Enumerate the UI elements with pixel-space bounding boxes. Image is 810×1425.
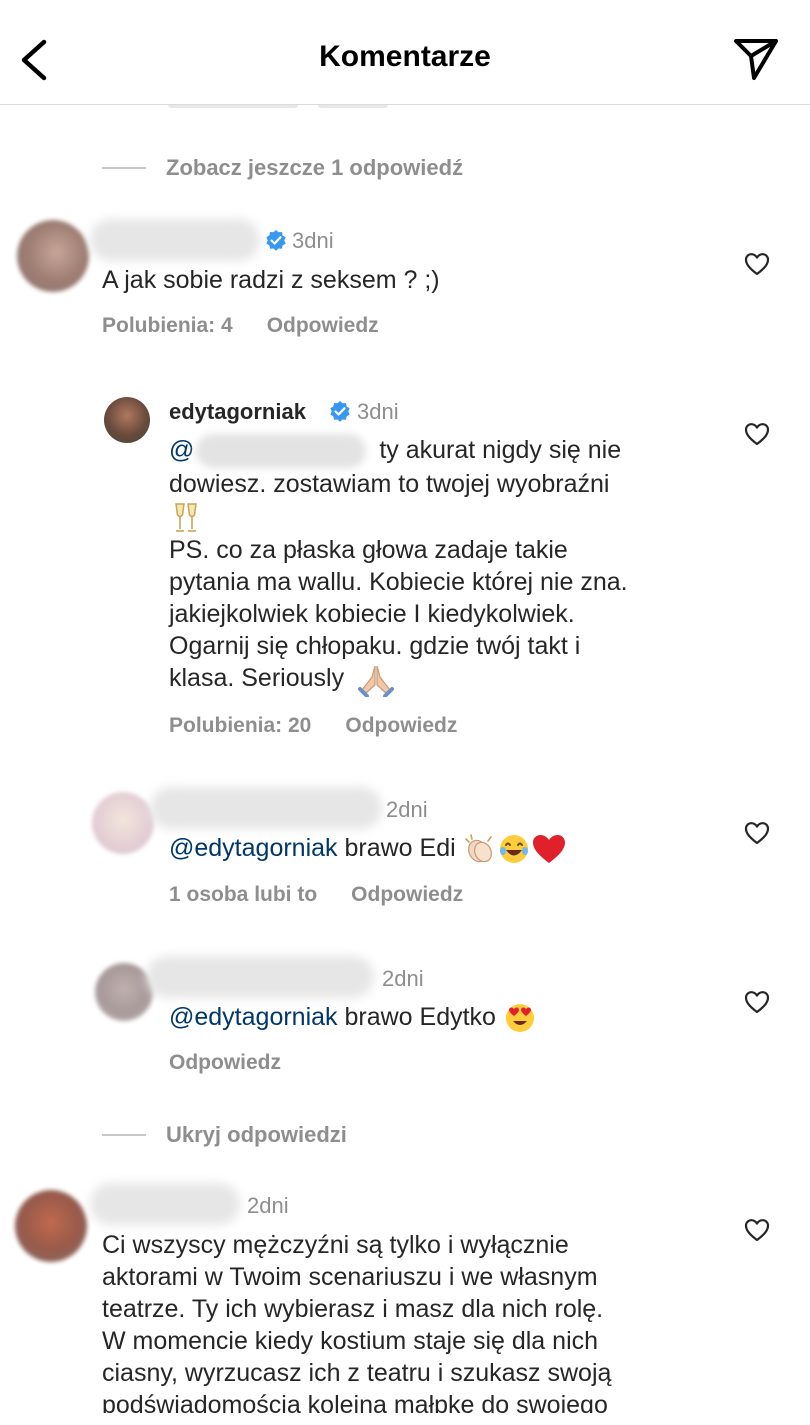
avatar[interactable] [15, 1190, 87, 1262]
thread-line [102, 1134, 146, 1136]
heart-icon[interactable] [744, 1218, 770, 1242]
mention-link[interactable]: @edytagorniak [169, 834, 338, 862]
heart-icon[interactable] [744, 252, 770, 276]
comment-meta: Odpowiedz [169, 1051, 281, 1075]
comment-text: Ci wszyscy mężczyźni są tylko i wyłączni… [102, 1231, 612, 1419]
comment-text: A jak sobie radzi z seksem ? ;) [102, 266, 440, 294]
reply-button[interactable]: Odpowiedz [345, 714, 457, 737]
comment-text: @edytagorniak brawo Edytko [169, 1001, 537, 1034]
comment-username[interactable]: edytagorniak [169, 399, 306, 425]
hide-replies-button[interactable]: Ukryj odpowiedzi [102, 1122, 347, 1148]
red-heart-icon [532, 835, 565, 864]
avatar[interactable] [17, 220, 89, 292]
page-title: Komentarze [319, 40, 491, 73]
comment-meta: Polubienia: 4 Odpowiedz [102, 314, 379, 338]
blurred-mention[interactable] [196, 434, 367, 469]
comment-time: 3dni [357, 399, 399, 424]
reply-button[interactable]: Odpowiedz [267, 314, 379, 337]
likes-count[interactable]: Polubienia: 4 [102, 314, 233, 337]
view-more-replies-label: Zobacz jeszcze 1 odpowiedź [166, 155, 464, 180]
mention-link[interactable]: @ [169, 436, 194, 464]
top-nav-bar: Komentarze [0, 0, 810, 105]
heart-icon[interactable] [744, 821, 770, 845]
thread-line [102, 167, 146, 169]
clapping-hands-icon [464, 834, 492, 863]
heart-eyes-emoji-icon [505, 1004, 534, 1033]
avatar[interactable] [92, 792, 154, 854]
bottom-edge [0, 1413, 810, 1425]
hide-replies-label: Ukryj odpowiedzi [166, 1122, 347, 1147]
blurred-username[interactable] [90, 1183, 240, 1225]
comment-meta: Polubienia: 20 Odpowiedz [169, 714, 457, 738]
reply-button[interactable]: Odpowiedz [351, 883, 463, 906]
blurred-username[interactable] [146, 956, 374, 998]
avatar[interactable] [104, 397, 150, 443]
comment-time: 2dni [247, 1193, 289, 1218]
heart-icon[interactable] [744, 422, 770, 446]
champagne-icon [175, 503, 197, 532]
send-icon[interactable] [732, 36, 780, 82]
likes-count[interactable]: 1 osoba lubi to [169, 883, 317, 906]
praying-hands-icon [358, 665, 395, 697]
reply-button[interactable]: Odpowiedz [169, 1051, 281, 1074]
blurred-username[interactable] [150, 787, 382, 829]
comment-time: 3dni [292, 228, 334, 253]
comment-time: 2dni [386, 797, 428, 822]
comment-text: @edytagorniak brawo Edi [169, 832, 567, 865]
likes-count[interactable]: Polubienia: 20 [169, 714, 311, 737]
comment-meta: 1 osoba lubi to Odpowiedz [169, 883, 463, 907]
blurred-username[interactable] [90, 219, 260, 261]
laughing-emoji-icon [499, 835, 528, 864]
comment-text: @ ty akurat nigdy się nie dowiesz. zosta… [169, 434, 749, 697]
verified-badge-icon [266, 230, 286, 251]
avatar[interactable] [95, 963, 153, 1021]
view-more-replies-button[interactable]: Zobacz jeszcze 1 odpowiedź [102, 155, 463, 181]
verified-badge-icon [330, 401, 350, 422]
mention-link[interactable]: @edytagorniak [169, 1003, 338, 1031]
comment-time: 2dni [382, 966, 424, 991]
heart-icon[interactable] [744, 990, 770, 1014]
